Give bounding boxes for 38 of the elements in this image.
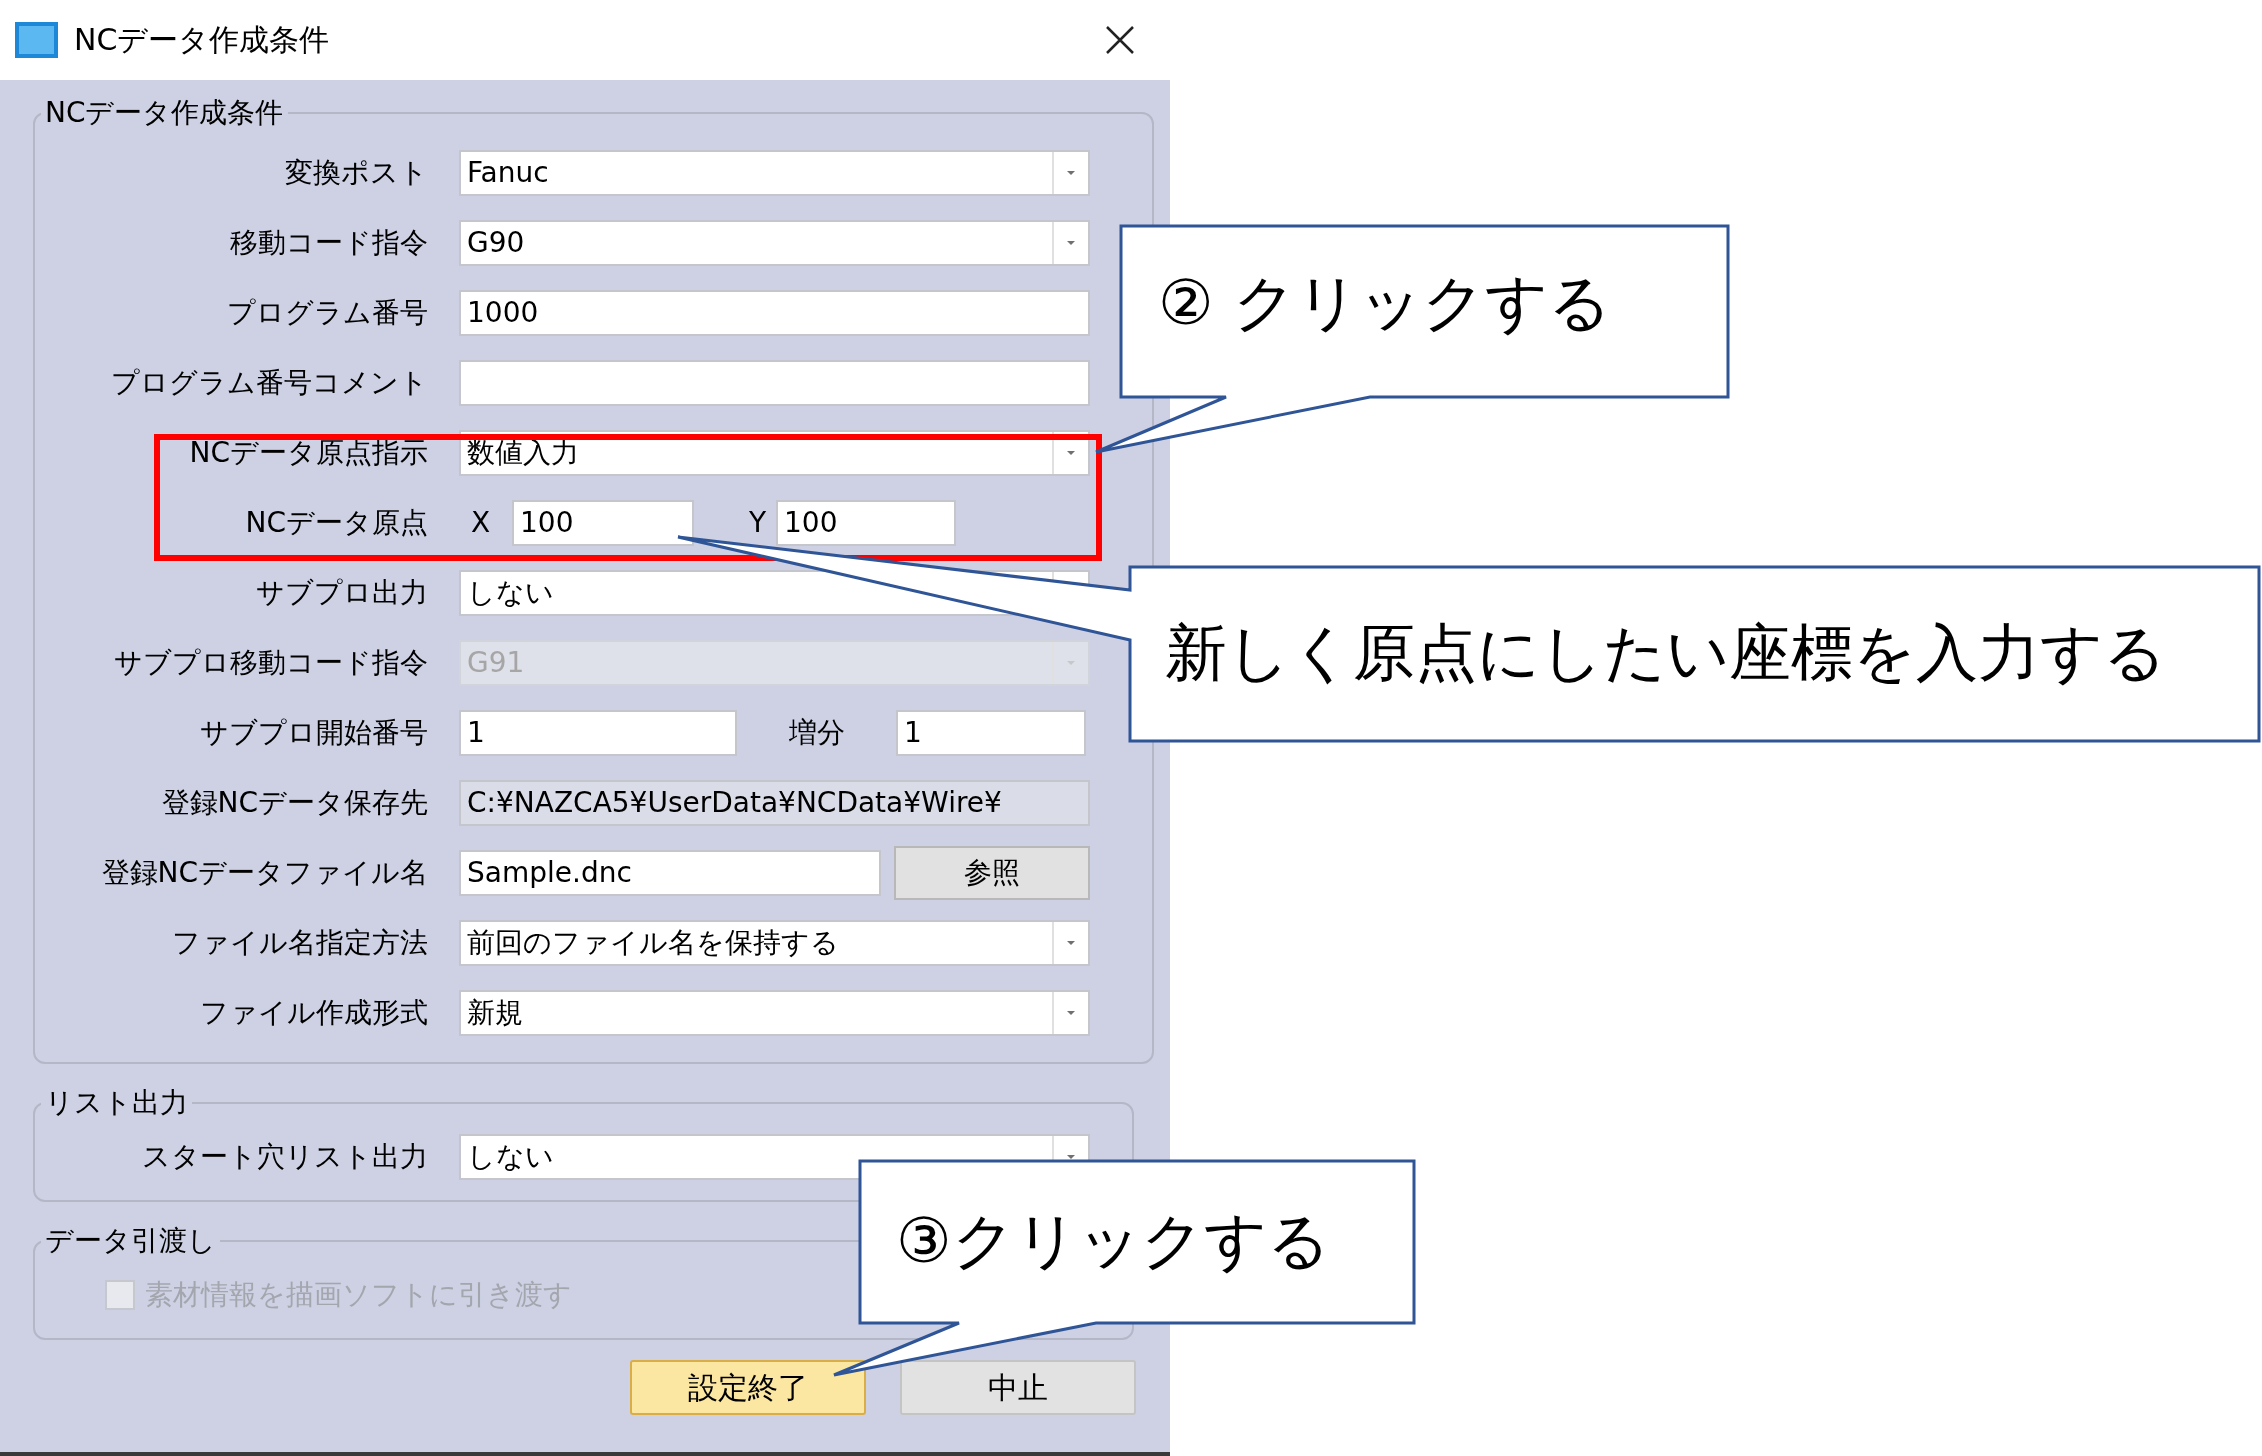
axis-label: Y [748,509,768,537]
field-label: ファイル作成形式 [199,999,428,1027]
text-field[interactable]: 1 [896,710,1086,756]
window-title: NCデータ作成条件 [74,25,330,55]
field-label: スタート穴リスト出力 [141,1143,428,1171]
field-label: サブプロ開始番号 [199,719,428,747]
callout-text: 新しく原点にしたい座標を入力する [1165,622,2166,684]
field-label: 登録NCデータ保存先 [160,789,428,817]
text-field[interactable]: 100 [776,500,956,546]
field-label: 登録NCデータファイル名 [100,859,428,887]
field-label: サブプロ出力 [255,579,428,607]
field-label: NCデータ原点 [244,509,428,537]
field-label: 変換ポスト [284,159,428,187]
field-label: 移動コード指令 [229,229,428,257]
dropdown[interactable]: 新規 [459,990,1090,1036]
field-label: 増分 [787,719,846,747]
text-field[interactable]: Sample.dnc [459,850,881,896]
text-field[interactable]: 1 [459,710,737,756]
field-label: プログラム番号 [226,299,428,327]
axis-label: X [470,509,492,537]
dialog-button[interactable]: 中止 [900,1360,1136,1415]
callout-text: ② クリックする [1158,272,1612,334]
field-label: サブプロ移動コード指令 [113,649,428,677]
group-title: NCデータ作成条件 [44,96,285,130]
group-title: リスト出力 [44,1086,189,1120]
callout-text: ③クリックする [896,1210,1330,1272]
readonly-field[interactable]: C:¥NAZCA5¥UserData¥NCData¥Wire¥ [459,780,1090,826]
text-field[interactable]: 1000 [459,290,1090,336]
dropdown[interactable]: G90 [459,220,1090,266]
text-field[interactable]: 100 [512,500,694,546]
field-label: ファイル名指定方法 [171,929,428,957]
group-title: データ引渡し [44,1224,217,1258]
browse-button[interactable]: 参照 [894,846,1090,900]
dropdown[interactable]: 前回のファイル名を保持する [459,920,1090,966]
field-label: NCデータ原点指示 [188,439,428,467]
dropdown[interactable]: Fanuc [459,150,1090,196]
field-label: プログラム番号コメント [110,369,428,397]
dialog-button[interactable]: 設定終了 [630,1360,866,1415]
